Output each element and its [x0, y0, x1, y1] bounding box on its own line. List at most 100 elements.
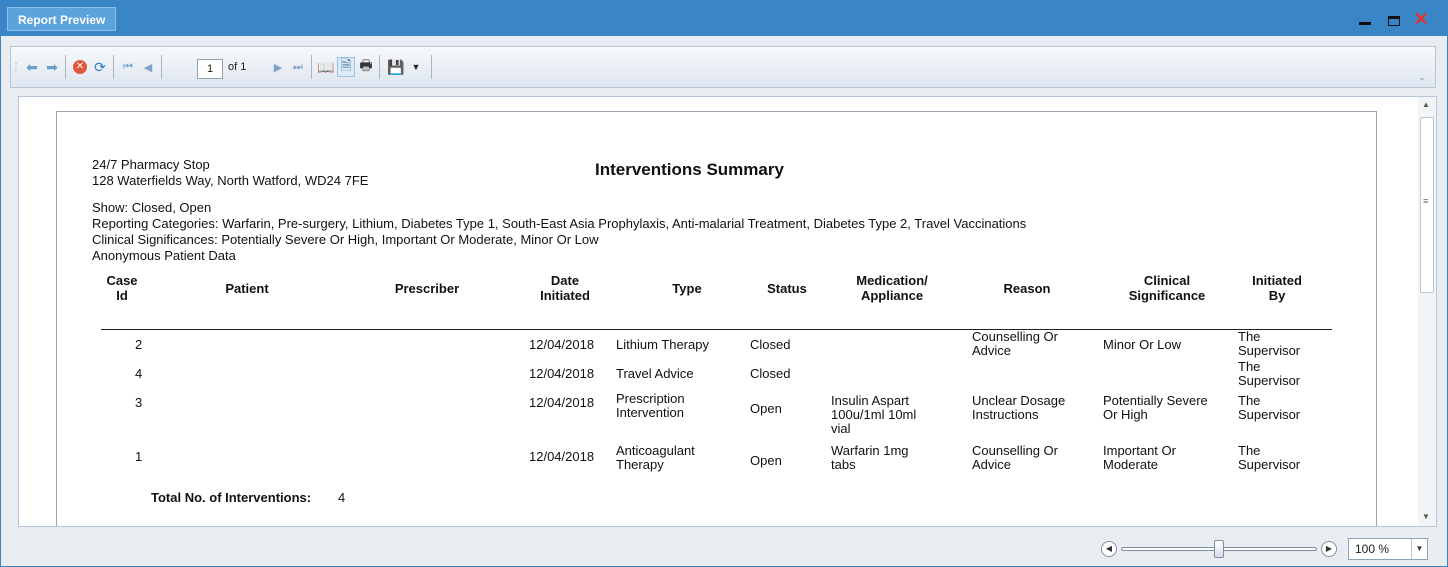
first-page-button[interactable]: ⏮	[119, 57, 137, 77]
forward-button[interactable]: ➡	[43, 57, 61, 77]
initiated-by-cell: The Supervisor	[1238, 443, 1301, 472]
previous-page-icon: ◀	[143, 61, 153, 74]
report-preview-window: Report Preview ✕ ⋮ ⬅ ➡ ✕ ⟳ ⏮ ◀ 1 of 1 ▶ …	[0, 0, 1448, 567]
toolbar-separator	[65, 55, 66, 79]
status-cell: Open	[750, 401, 782, 416]
initiated-by-cell: The Supervisor	[1238, 329, 1301, 358]
medication-cell: Warfarin 1mg tabs	[831, 443, 909, 472]
last-page-button[interactable]: ⏭	[289, 57, 307, 77]
stop-button[interactable]: ✕	[71, 57, 89, 77]
significance-cell: Potentially Severe Or High	[1103, 393, 1208, 422]
close-button[interactable]: ✕	[1411, 9, 1431, 29]
column-header: Status	[767, 281, 807, 296]
initiated-by-cell: The Supervisor	[1238, 359, 1301, 388]
toolbar-grip-icon: ⋮	[11, 61, 21, 73]
zoom-thumb[interactable]	[1214, 540, 1224, 558]
previous-page-button[interactable]: ◀	[139, 57, 157, 77]
zoom-in-icon[interactable]: ▶	[1321, 541, 1337, 557]
column-header: Medication/ Appliance	[856, 273, 928, 303]
pharmacy-address: 128 Waterfields Way, North Watford, WD24…	[92, 173, 369, 188]
minimize-button[interactable]	[1355, 13, 1375, 29]
maximize-button[interactable]	[1384, 13, 1404, 29]
printer-icon: 🖶	[359, 57, 373, 73]
book-icon: 📖	[317, 58, 335, 75]
export-button[interactable]: 💾	[387, 57, 405, 77]
date-cell: 12/04/2018	[529, 395, 595, 410]
save-icon: 💾	[387, 58, 405, 75]
overflow-icon: ⌄	[1418, 71, 1426, 82]
current-page-input[interactable]: 1	[197, 59, 223, 79]
arrow-right-icon: ➡	[46, 58, 58, 75]
minimize-icon	[1359, 22, 1371, 25]
type-cell: Travel Advice	[616, 366, 694, 381]
case-id-cell: 1	[135, 449, 143, 464]
report-toolbar: ⋮ ⬅ ➡ ✕ ⟳ ⏮ ◀ 1 of 1 ▶ ⏭ 📖 🗎 🖶 💾 ▼ ⌄	[10, 46, 1436, 88]
toolbar-separator	[113, 55, 114, 79]
column-header: Clinical Significance	[1128, 273, 1206, 303]
date-cell: 12/04/2018	[529, 337, 595, 352]
zoom-level-select[interactable]: 100 % ▼	[1348, 538, 1428, 560]
close-icon: ✕	[1413, 9, 1429, 29]
toolbar-separator	[311, 55, 312, 79]
page-setup-icon: 🗎	[340, 57, 352, 73]
title-bar: Report Preview ✕	[1, 1, 1447, 36]
next-page-icon: ▶	[273, 61, 283, 74]
chevron-down-icon[interactable]: ▼	[1411, 539, 1427, 559]
scroll-up-icon[interactable]: ▲	[1422, 100, 1430, 109]
first-page-icon: ⏮	[123, 60, 133, 73]
pharmacy-name: 24/7 Pharmacy Stop	[92, 157, 210, 172]
reason-cell: Counselling Or Advice	[972, 329, 1058, 358]
status-cell: Open	[750, 453, 782, 468]
status-cell: Closed	[750, 337, 791, 352]
chevron-down-icon: ▼	[411, 62, 421, 72]
print-layout-button[interactable]: 📖	[317, 57, 335, 77]
vertical-scrollbar[interactable]: ▲ ≡ ▼	[1418, 97, 1436, 526]
toolbar-separator	[431, 55, 432, 79]
reporting-categories: Reporting Categories: Warfarin, Pre-surg…	[92, 216, 1027, 231]
arrow-left-icon: ⬅	[26, 58, 38, 75]
window-title: Report Preview	[7, 7, 117, 31]
total-value: 4	[338, 490, 346, 505]
total-label: Total No. of Interventions:	[151, 490, 312, 505]
significance-cell: Important Or Moderate	[1103, 443, 1176, 472]
type-cell: Lithium Therapy	[616, 337, 709, 352]
zoom-out-icon[interactable]: ◀	[1101, 541, 1117, 557]
report-title: Interventions Summary	[595, 160, 784, 179]
zoom-level-value: 100 %	[1355, 542, 1390, 556]
date-cell: 12/04/2018	[529, 449, 595, 464]
maximize-icon	[1388, 16, 1400, 26]
column-header: Case Id	[106, 273, 138, 303]
next-page-button[interactable]: ▶	[269, 57, 287, 77]
clinical-significances: Clinical Significances: Potentially Seve…	[92, 232, 599, 247]
anonymous-label: Anonymous Patient Data	[92, 248, 236, 263]
reason-cell: Counselling Or Advice	[972, 443, 1058, 472]
toolbar-overflow-button[interactable]: ⌄	[1417, 67, 1427, 87]
stop-icon: ✕	[73, 60, 87, 74]
grip-icon: ≡	[1423, 196, 1429, 206]
case-id-cell: 2	[135, 337, 143, 352]
refresh-button[interactable]: ⟳	[91, 57, 109, 77]
export-dropdown-button[interactable]: ▼	[409, 57, 423, 77]
report-viewer: 24/7 Pharmacy Stop 128 Waterfields Way, …	[18, 96, 1437, 527]
report-page: 24/7 Pharmacy Stop 128 Waterfields Way, …	[56, 111, 1377, 526]
header-divider	[101, 329, 1332, 330]
date-cell: 12/04/2018	[529, 366, 595, 381]
type-cell: Anticoagulant Therapy	[616, 443, 695, 472]
case-id-cell: 4	[135, 366, 143, 381]
column-header: Prescriber	[394, 281, 460, 296]
column-header: Reason	[1003, 281, 1051, 296]
last-page-icon: ⏭	[293, 60, 303, 73]
back-button[interactable]: ⬅	[23, 57, 41, 77]
column-header: Type	[672, 281, 702, 296]
print-button[interactable]: 🖶	[357, 57, 375, 77]
page-count-label: of 1	[228, 61, 247, 73]
column-header: Date Initiated	[540, 273, 590, 303]
significance-cell: Minor Or Low	[1103, 337, 1182, 352]
toolbar-separator	[161, 55, 162, 79]
medication-cell: Insulin Aspart 100u/1ml 10ml vial	[831, 393, 917, 436]
reason-cell: Unclear Dosage Instructions	[972, 393, 1066, 422]
page-setup-button[interactable]: 🗎	[337, 57, 355, 77]
scrollbar-thumb[interactable]: ≡	[1420, 117, 1434, 293]
scroll-down-icon[interactable]: ▼	[1422, 512, 1430, 521]
status-cell: Closed	[750, 366, 791, 381]
